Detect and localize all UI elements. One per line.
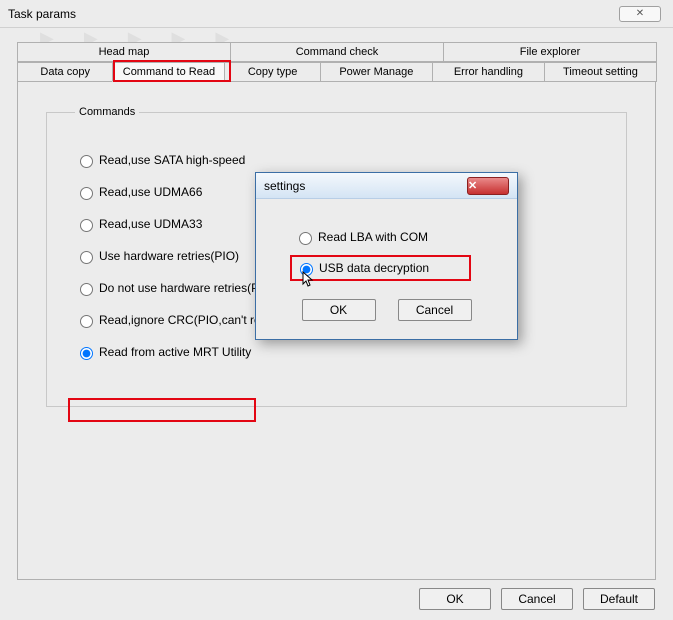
radio-input[interactable] <box>80 219 93 232</box>
radio-input[interactable] <box>80 187 93 200</box>
window-title: Task params <box>8 7 619 21</box>
radio-label: Do not use hardware retries(PIO) <box>99 281 276 295</box>
dialog-buttons: OK Cancel <box>280 299 493 321</box>
dialog-body: Read LBA with COM USB data decryption OK… <box>256 199 517 339</box>
highlight-usb-decryption: USB data decryption <box>290 255 471 281</box>
radio-sata-high-speed[interactable]: Read,use SATA high-speed <box>75 152 598 168</box>
tab-head-map[interactable]: Head map <box>17 42 231 62</box>
window-close-button[interactable]: ✕ <box>619 6 661 22</box>
default-button[interactable]: Default <box>583 588 655 610</box>
radio-label: Read LBA with COM <box>318 230 428 244</box>
radio-input[interactable] <box>299 232 312 245</box>
radio-input[interactable] <box>80 315 93 328</box>
radio-label: Read,use UDMA66 <box>99 185 202 199</box>
dialog-close-button[interactable]: ✕ <box>467 177 509 195</box>
hidden-toolbar: ▶▶▶▶▶ <box>0 28 673 40</box>
dialog-titlebar[interactable]: settings ✕ <box>256 173 517 199</box>
radio-label: Read,use UDMA33 <box>99 217 202 231</box>
radio-input[interactable] <box>80 283 93 296</box>
close-icon: ✕ <box>636 8 644 19</box>
radio-read-lba-com[interactable]: Read LBA with COM <box>294 229 493 245</box>
radio-label: USB data decryption <box>319 261 429 275</box>
radio-input[interactable] <box>300 263 313 276</box>
radio-label: Read,use SATA high-speed <box>99 153 245 167</box>
cancel-button[interactable]: Cancel <box>501 588 573 610</box>
tab-file-explorer[interactable]: File explorer <box>443 42 657 62</box>
radio-read-from-mrt[interactable]: Read from active MRT Utility <box>75 344 598 360</box>
radio-usb-decryption[interactable]: USB data decryption <box>295 260 429 276</box>
tab-error-handling[interactable]: Error handling <box>432 62 545 82</box>
tab-power-manage[interactable]: Power Manage <box>320 62 433 82</box>
tab-timeout-setting[interactable]: Timeout setting <box>544 62 657 82</box>
titlebar: Task params ✕ <box>0 0 673 28</box>
radio-input[interactable] <box>80 347 93 360</box>
tab-copy-type[interactable]: Copy type <box>224 62 320 82</box>
radio-label: Use hardware retries(PIO) <box>99 249 239 263</box>
commands-legend: Commands <box>75 106 139 118</box>
tab-row-back: Head map Command check File explorer <box>17 42 656 62</box>
dialog-title: settings <box>264 179 467 193</box>
dialog-cancel-button[interactable]: Cancel <box>398 299 472 321</box>
tab-command-check[interactable]: Command check <box>230 42 444 62</box>
dialog-ok-button[interactable]: OK <box>302 299 376 321</box>
radio-label: Read from active MRT Utility <box>99 345 251 359</box>
settings-dialog: settings ✕ Read LBA with COM USB data de… <box>255 172 518 340</box>
tab-data-copy[interactable]: Data copy <box>17 62 113 82</box>
button-bar: OK Cancel Default <box>419 588 655 610</box>
radio-input[interactable] <box>80 155 93 168</box>
ok-button[interactable]: OK <box>419 588 491 610</box>
tab-command-to-read[interactable]: Command to Read <box>112 62 225 82</box>
close-icon: ✕ <box>468 179 508 192</box>
tab-row-front: Data copy Command to Read Copy type Powe… <box>17 62 656 82</box>
radio-input[interactable] <box>80 251 93 264</box>
